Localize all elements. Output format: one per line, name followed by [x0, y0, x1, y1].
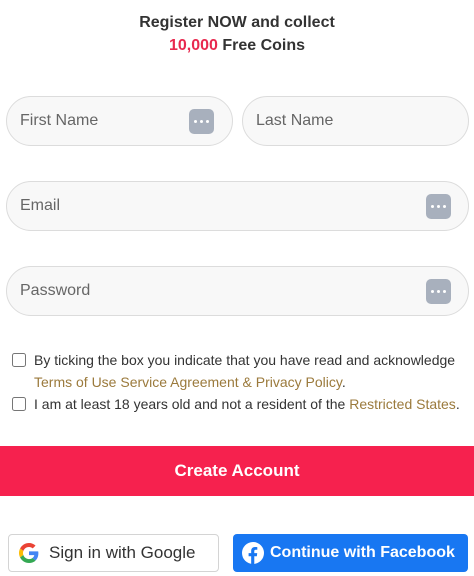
- terms-link[interactable]: Terms of Use Service Agreement & Privacy…: [34, 374, 342, 390]
- email-input[interactable]: [20, 182, 468, 230]
- facebook-f-icon: [242, 542, 264, 564]
- google-signin-label: Sign in with Google: [49, 543, 196, 562]
- coins-offer: 10,000 Free Coins: [0, 34, 474, 58]
- age-checkbox[interactable]: [12, 397, 26, 411]
- facebook-signin-label: Continue with Facebook: [270, 544, 455, 561]
- terms-checkbox[interactable]: [12, 353, 26, 367]
- terms-text-before: By ticking the box you indicate that you…: [34, 352, 456, 368]
- restricted-states-link[interactable]: Restricted States: [349, 396, 456, 412]
- terms-row: By ticking the box you indicate that you…: [12, 349, 466, 393]
- coins-amount: 10,000: [168, 37, 218, 54]
- facebook-signin-button[interactable]: Continue with Facebook: [233, 534, 468, 572]
- password-input[interactable]: [20, 267, 468, 315]
- google-signin-button[interactable]: Sign in with Google: [8, 534, 219, 572]
- google-g-icon: [19, 543, 39, 563]
- keyboard-dots-icon[interactable]: [426, 194, 451, 219]
- email-field[interactable]: [6, 181, 469, 231]
- age-row: I am at least 18 years old and not a res…: [12, 393, 466, 415]
- register-title: Register NOW and collect: [139, 14, 335, 31]
- age-text: I am at least 18 years old and not a res…: [34, 393, 460, 415]
- last-name-input[interactable]: [256, 97, 468, 145]
- register-header: Register NOW and collect 10,000 Free Coi…: [0, 12, 474, 58]
- first-name-field[interactable]: [6, 96, 233, 146]
- consent-checkboxes: By ticking the box you indicate that you…: [12, 349, 466, 415]
- last-name-field[interactable]: [242, 96, 469, 146]
- terms-text: By ticking the box you indicate that you…: [34, 349, 466, 393]
- keyboard-dots-icon[interactable]: [189, 109, 214, 134]
- age-text-before: I am at least 18 years old and not a res…: [34, 396, 350, 412]
- age-text-after: .: [455, 396, 460, 412]
- coins-label: Free Coins: [222, 37, 306, 54]
- keyboard-dots-icon[interactable]: [426, 279, 451, 304]
- password-field[interactable]: [6, 266, 469, 316]
- terms-text-after: .: [341, 374, 346, 390]
- create-account-button[interactable]: Create Account: [0, 446, 474, 496]
